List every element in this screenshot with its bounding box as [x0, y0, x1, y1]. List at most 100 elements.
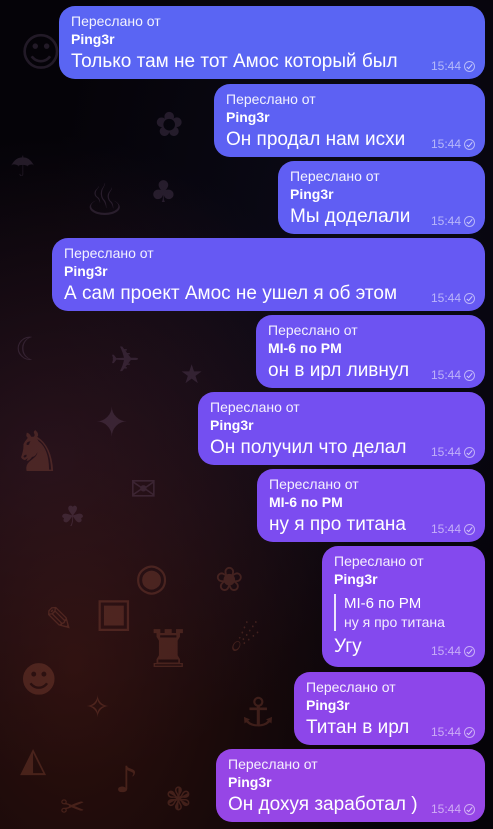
message-text: Мы доделали [290, 206, 411, 227]
forwarded-label: Переслано от [64, 245, 154, 261]
forwarded-label: Переслано от [334, 553, 424, 569]
message-meta: 15:44 [431, 522, 475, 536]
message-time: 15:44 [430, 291, 461, 305]
forwarded-from-author[interactable]: Ping3r [210, 416, 475, 434]
message-meta: 15:44 [431, 725, 475, 739]
message-meta: 15:44 [431, 644, 475, 658]
message-meta: 15:44 [431, 802, 475, 816]
forwarded-from-author[interactable]: Ping3r [64, 262, 475, 280]
message-bubble[interactable]: Переслано от MI-6 по PM ну я про титана … [257, 469, 485, 542]
message-time: 15:44 [430, 644, 461, 658]
message-bubble[interactable]: Переслано от MI-6 по PM он в ирл ливнул … [256, 315, 485, 388]
message-meta: 15:44 [431, 59, 475, 73]
check-circle-icon [464, 446, 475, 458]
message-content: Угу 15:44 [334, 635, 475, 659]
check-circle-icon [464, 138, 475, 150]
message-content: Титан в ирл 15:44 [306, 716, 475, 740]
message-text: Титан в ирл [306, 717, 410, 738]
doodle-icon: ♪ [115, 760, 138, 801]
doodle-icon: ◭ [20, 740, 47, 780]
message-time: 15:44 [430, 368, 461, 382]
forwarded-label: Переслано от [71, 13, 161, 29]
forwarded-label: Переслано от [290, 168, 380, 184]
message-content: он в ирл ливнул 15:44 [268, 359, 475, 383]
check-circle-icon [464, 523, 475, 535]
reply-author: MI-6 по PM [344, 595, 422, 612]
message-bubble[interactable]: Переслано от Ping3r А сам проект Амос не… [52, 238, 485, 311]
doodle-icon: ☄ [230, 620, 261, 660]
check-circle-icon [464, 645, 475, 657]
message-time: 15:44 [430, 802, 461, 816]
forwarded-label: Переслано от [306, 679, 396, 695]
forwarded-label: Переслано от [210, 399, 300, 415]
doodle-icon: ♜ [145, 620, 192, 680]
message-text: Только там не тот Амос который был [71, 51, 398, 72]
doodle-icon: ★ [180, 360, 204, 390]
message-content: А сам проект Амос не ушел я об этом 15:4… [64, 282, 475, 306]
doodle-icon: ❃ [165, 780, 192, 818]
message-content: ну я про титана 15:44 [269, 513, 475, 537]
message-meta: 15:44 [431, 445, 475, 459]
message-time: 15:44 [430, 522, 461, 536]
check-circle-icon [464, 369, 475, 381]
doodle-icon: ✦ [95, 400, 129, 446]
forwarded-label: Переслано от [269, 476, 359, 492]
forwarded-from-author[interactable]: Ping3r [71, 30, 475, 48]
forwarded-label: Переслано от [268, 322, 358, 338]
doodle-icon: ⚓ [240, 690, 276, 736]
message-bubble[interactable]: Переслано от Ping3r Он получил что делал… [198, 392, 485, 465]
message-bubble[interactable]: Переслано от Ping3r MI-6 по PM ну я про … [322, 546, 485, 667]
message-text: он в ирл ливнул [268, 360, 410, 381]
doodle-icon: ☾ [15, 330, 44, 368]
forwarded-label: Переслано от [228, 756, 318, 772]
message-text: ну я про титана [269, 514, 406, 535]
doodle-icon: ♣ [150, 175, 177, 210]
message-time: 15:44 [430, 445, 461, 459]
message-content: Он продал нам исхи 15:44 [226, 128, 475, 152]
doodle-icon: ❀ [215, 560, 244, 600]
message-bubble[interactable]: Переслано от Ping3r Он дохуя заработал )… [216, 749, 485, 822]
forwarded-from-author[interactable]: Ping3r [290, 185, 475, 203]
doodle-icon: ☻ [20, 660, 58, 701]
doodle-icon: ☂ [10, 150, 36, 183]
check-circle-icon [464, 726, 475, 738]
message-bubble[interactable]: Переслано от Ping3r Он продал нам исхи 1… [214, 84, 485, 157]
doodle-icon: ☘ [60, 500, 86, 533]
check-circle-icon [464, 60, 475, 72]
message-time: 15:44 [430, 59, 461, 73]
forwarded-from-author[interactable]: Ping3r [228, 773, 475, 791]
doodle-icon: ✎ [45, 600, 74, 640]
message-text: Он дохуя заработал ) [228, 794, 418, 815]
message-meta: 15:44 [431, 368, 475, 382]
check-circle-icon [464, 215, 475, 227]
doodle-icon: ✈ [110, 340, 141, 381]
doodle-icon: ✉ [130, 470, 157, 508]
forwarded-from-author[interactable]: MI-6 по PM [269, 493, 475, 511]
doodle-icon: ✂ [60, 790, 86, 825]
message-meta: 15:44 [431, 214, 475, 228]
check-circle-icon [464, 292, 475, 304]
forwarded-from-author[interactable]: Ping3r [226, 108, 475, 126]
message-bubble[interactable]: Переслано от Ping3r Титан в ирл 15:44 [294, 672, 485, 745]
message-content: Только там не тот Амос который был 15:44 [71, 50, 475, 74]
reply-quote[interactable]: MI-6 по PM ну я про титана [334, 594, 475, 631]
message-meta: 15:44 [431, 137, 475, 151]
message-time: 15:44 [430, 725, 461, 739]
reply-text: ну я про титана [344, 614, 445, 630]
message-text: Он получил что делал [210, 437, 407, 458]
doodle-icon: ♞ [12, 420, 63, 485]
message-bubble[interactable]: Переслано от Ping3r Мы доделали 15:44 [278, 161, 485, 234]
doodle-icon: ♨ [85, 175, 125, 226]
message-content: Он получил что делал 15:44 [210, 436, 475, 460]
message-text: Он продал нам исхи [226, 129, 406, 150]
message-meta: 15:44 [431, 291, 475, 305]
doodle-icon: ✿ [155, 105, 184, 145]
doodle-icon: ▣ [95, 590, 133, 636]
message-bubble[interactable]: Переслано от Ping3r Только там не тот Ам… [59, 6, 485, 79]
forwarded-from-author[interactable]: MI-6 по PM [268, 339, 475, 357]
forwarded-from-author[interactable]: Ping3r [306, 696, 475, 714]
message-text: А сам проект Амос не ушел я об этом [64, 283, 398, 304]
forwarded-label: Переслано от [226, 91, 316, 107]
message-time: 15:44 [430, 137, 461, 151]
forwarded-from-author[interactable]: Ping3r [334, 570, 475, 588]
